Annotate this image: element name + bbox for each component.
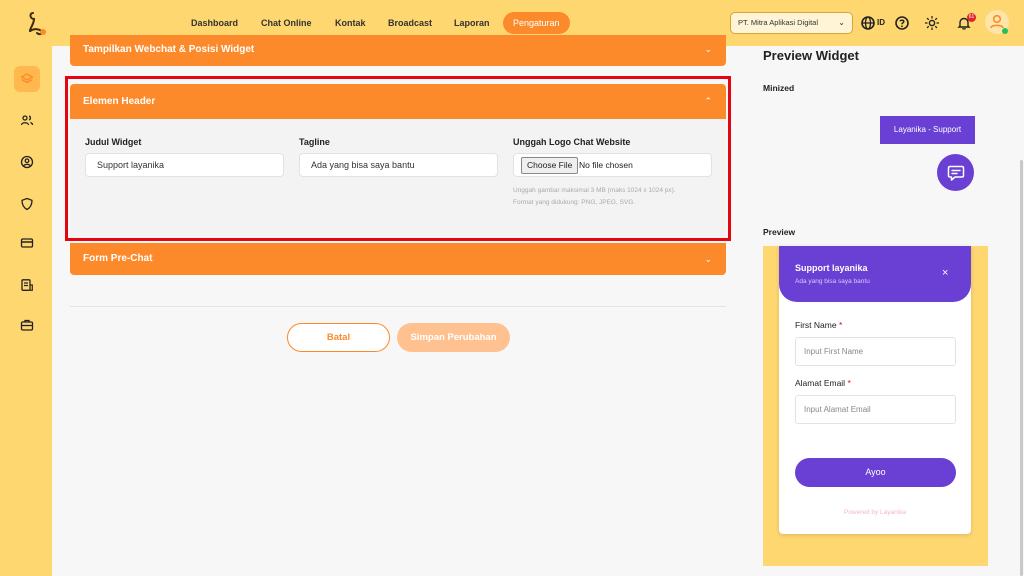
- widget-submit-button: Ayoo: [795, 458, 956, 487]
- nav-dashboard[interactable]: Dashboard: [191, 12, 238, 34]
- email-label-text: Alamat Email: [795, 378, 846, 388]
- nav-chat-online[interactable]: Chat Online: [261, 12, 312, 34]
- divider: [70, 306, 726, 307]
- required-mark: *: [847, 378, 851, 388]
- help-icon[interactable]: [894, 15, 910, 31]
- nav-kontak[interactable]: Kontak: [335, 12, 366, 34]
- accordion-elemen-header[interactable]: Elemen Header ⌃: [70, 84, 726, 119]
- logo-upload-label: Unggah Logo Chat Website: [513, 137, 631, 147]
- minimized-bubble: Layanika - Support: [880, 116, 975, 144]
- globe-icon[interactable]: [860, 15, 876, 31]
- powered-by-text: Powered by Layanika: [843, 509, 907, 516]
- first-name-label: First Name *: [795, 320, 842, 330]
- chevron-down-icon: ⌄: [704, 44, 712, 54]
- document-icon: [21, 279, 33, 291]
- minized-label: Minized: [763, 83, 795, 93]
- theme-icon[interactable]: [924, 15, 940, 31]
- chevron-up-icon: ⌃: [704, 96, 712, 106]
- scrollbar[interactable]: [1020, 160, 1023, 576]
- sidebar-item-security[interactable]: [14, 191, 40, 217]
- accordion-title: Elemen Header: [83, 96, 156, 107]
- nav-pengaturan[interactable]: Pengaturan: [503, 12, 570, 34]
- users-icon: [20, 115, 34, 126]
- tagline-label: Tagline: [299, 137, 330, 147]
- tagline-input[interactable]: Ada yang bisa saya bantu: [299, 153, 498, 177]
- preview-label: Preview: [763, 227, 796, 237]
- save-changes-button[interactable]: Simpan Perubahan: [397, 323, 510, 352]
- widget-title-label: Judul Widget: [85, 137, 142, 147]
- sidebar-item-briefcase[interactable]: [14, 312, 40, 338]
- file-status-text: No file chosen: [579, 160, 633, 170]
- upload-hint-size: Unggah gambar maksimal 3 MB (maks 1024 x…: [513, 187, 676, 194]
- sidebar-item-documents[interactable]: [14, 272, 40, 298]
- required-mark: *: [838, 320, 843, 330]
- notification-badge: 61: [967, 13, 976, 22]
- app-logo: [29, 12, 46, 36]
- sidebar-item-billing[interactable]: [14, 230, 40, 256]
- language-label[interactable]: ID: [877, 15, 885, 31]
- chat-launcher-button[interactable]: [937, 154, 974, 191]
- preview-widget-title: Preview Widget: [763, 48, 859, 63]
- widget-title-input[interactable]: Support layanika: [85, 153, 284, 177]
- briefcase-icon: [20, 319, 34, 331]
- accordion-title: Form Pre-Chat: [83, 253, 153, 264]
- nav-broadcast[interactable]: Broadcast: [388, 12, 432, 34]
- sidebar-item-layers[interactable]: [14, 66, 40, 92]
- sidebar-item-users[interactable]: [14, 107, 40, 133]
- first-name-input: Input First Name: [795, 337, 956, 366]
- company-select-value: PT. Mitra Aplikasi Digital: [738, 18, 819, 27]
- layers-icon: [20, 73, 34, 84]
- first-name-label-text: First Name: [795, 320, 837, 330]
- chevron-down-icon: ⌄: [838, 18, 845, 27]
- choose-file-button[interactable]: Choose File: [521, 157, 579, 174]
- cancel-button[interactable]: Batal: [287, 323, 390, 352]
- card-icon: [20, 238, 34, 248]
- chevron-down-icon: ⌄: [704, 254, 712, 264]
- company-select[interactable]: PT. Mitra Aplikasi Digital ⌄: [730, 12, 853, 34]
- close-icon: ×: [942, 267, 949, 279]
- accordion-webchat-position[interactable]: Tampilkan Webchat & Posisi Widget ⌄: [70, 35, 726, 66]
- online-status-dot: [1002, 28, 1008, 34]
- nav-laporan[interactable]: Laporan: [454, 12, 490, 34]
- chat-icon: [947, 165, 964, 181]
- email-label: Alamat Email *: [795, 378, 851, 388]
- email-input: Input Alamat Email: [795, 395, 956, 424]
- shield-icon: [21, 197, 33, 211]
- accordion-title: Tampilkan Webchat & Posisi Widget: [83, 44, 255, 55]
- accordion-form-prechat[interactable]: Form Pre-Chat ⌄: [70, 243, 726, 275]
- widget-title: Support layanika: [795, 263, 868, 273]
- upload-hint-format: Format yang didukung: PNG, JPEG, SVG.: [513, 199, 636, 206]
- widget-tagline: Ada yang bisa saya bantu: [795, 278, 870, 285]
- sidebar-item-profile[interactable]: [14, 149, 40, 175]
- user-circle-icon: [20, 155, 34, 169]
